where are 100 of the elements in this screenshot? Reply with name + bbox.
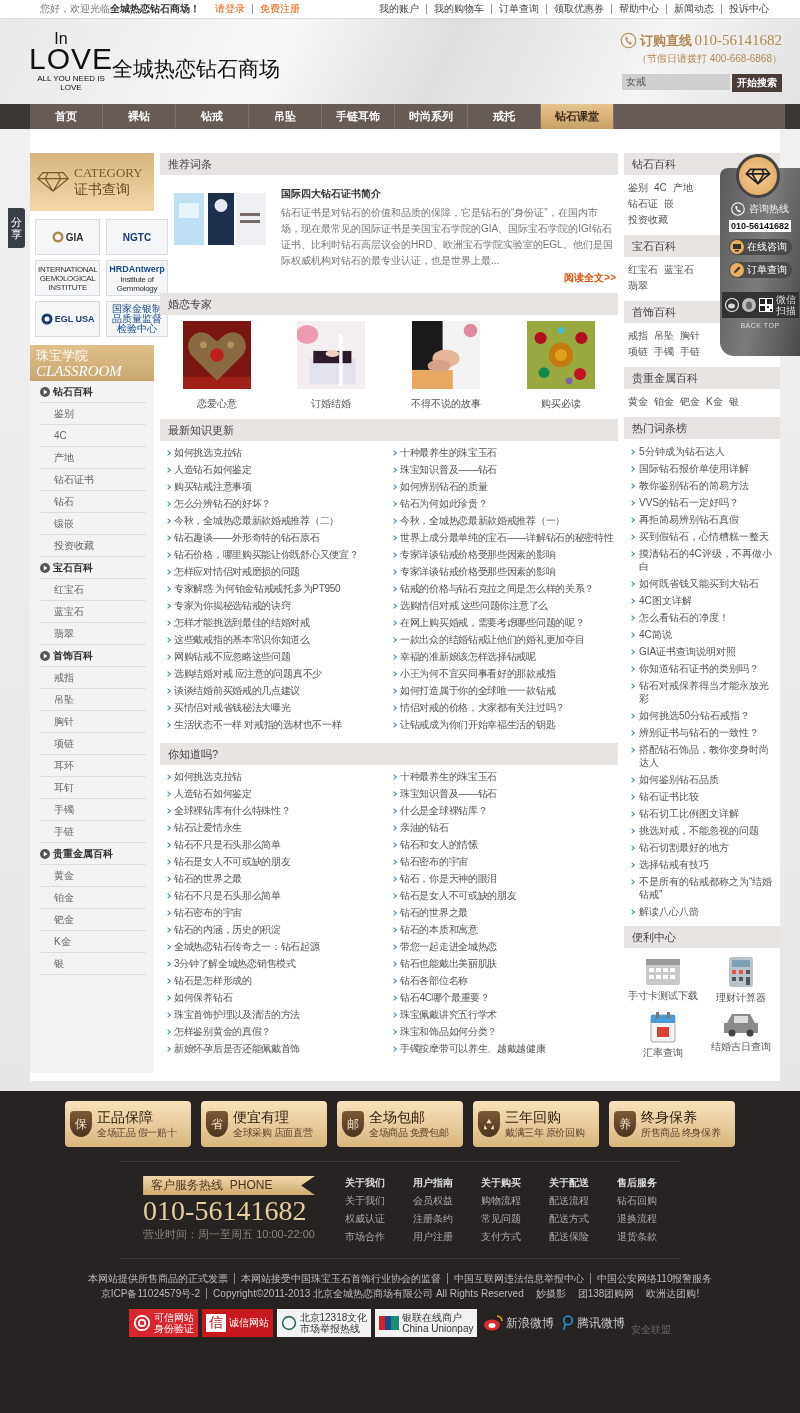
top-link[interactable]: 免费注册 xyxy=(252,4,307,14)
article-link[interactable]: 钻石和女人的情愫 xyxy=(400,837,478,852)
article-link[interactable]: 钻石趣谈——外形奇特的钻石原石 xyxy=(174,530,320,545)
article-link[interactable]: 幸福的准新娘该怎样选择钻戒呢 xyxy=(400,649,536,664)
hot-term-link[interactable]: 辨别证书与钻石的一致性？ xyxy=(639,726,759,739)
article-link[interactable]: 小王为何不宜买同事看好的那款戒指 xyxy=(400,666,556,681)
tag-link[interactable]: 投资收藏 xyxy=(628,213,668,227)
article-link[interactable]: 钻戒的价格与钻石克拉之间是怎么样的关系？ xyxy=(400,581,594,596)
footer-notice-link[interactable]: 中国互联网违法信息举报中心 xyxy=(446,1273,590,1284)
article-link[interactable]: 怎样才能挑选到最佳的结婚对戒 xyxy=(174,615,310,630)
article-link[interactable]: 怎样鉴别黄金的真假？ xyxy=(174,1024,271,1039)
article-link[interactable]: 珠宝佩戴讲究五行学术 xyxy=(400,1007,497,1022)
sidebar-item[interactable]: 投资收藏 xyxy=(54,538,94,553)
footer-notice-link[interactable]: 中国公安网络110报警服务 xyxy=(589,1273,719,1284)
tag-link[interactable]: 钻石证 xyxy=(628,197,658,211)
tag-link[interactable]: 翡翠 xyxy=(628,279,648,293)
article-link[interactable]: 钻石不只是石头那么简单 xyxy=(174,837,281,852)
footer-link[interactable]: 市场合作 xyxy=(344,1230,385,1244)
account-link[interactable]: 帮助中心 xyxy=(611,4,666,14)
article-link[interactable]: 钻石密布的宇宙 xyxy=(400,854,468,869)
footer-notice-link[interactable]: 本网站提供所售商品的正式发票 xyxy=(81,1273,234,1284)
article-link[interactable]: 钻石为何如此珍贵？ xyxy=(400,496,488,511)
article-link[interactable]: 人造钻石如何鉴定 xyxy=(174,786,252,801)
hot-term-link[interactable]: 国际钻石报价单使用详解 xyxy=(639,462,749,475)
qr-code-icon[interactable] xyxy=(758,298,773,312)
article-link[interactable]: 如何保养钻石 xyxy=(174,990,233,1005)
footer-link[interactable]: 配送保险 xyxy=(548,1230,589,1244)
sidebar-item[interactable]: 翡翠 xyxy=(54,626,74,641)
article-link[interactable]: 怎样应对情侣对戒磨损的问题 xyxy=(174,564,301,579)
article-link[interactable]: 生活状态不一样 对戒指的选材也不一样 xyxy=(174,717,342,732)
trust-badge[interactable]: 可信网站 身份验证 xyxy=(128,1309,198,1337)
hot-term-link[interactable]: 你知道钻石证书的类别吗？ xyxy=(639,662,759,675)
footer-link[interactable]: 退换流程 xyxy=(616,1212,657,1226)
footer-link[interactable]: 权威认证 xyxy=(344,1212,385,1226)
footer-link[interactable]: 配送流程 xyxy=(548,1194,589,1208)
article-link[interactable]: 钻石不只是石头那么简单 xyxy=(174,888,281,903)
social-link[interactable]: 新浪微博 xyxy=(506,1314,555,1332)
sidebar-item[interactable]: 手链 xyxy=(54,824,74,839)
article-link[interactable]: 钻石价格，哪里购买能让你既舒心又便宜？ xyxy=(174,547,359,562)
tag-link[interactable]: 项链 xyxy=(628,345,648,359)
article-link[interactable]: 十种最养生的珠宝玉石 xyxy=(400,445,497,460)
hot-term-link[interactable]: 教你鉴别钻石的简易方法 xyxy=(639,479,749,492)
footer-link[interactable]: 常见问题 xyxy=(480,1212,521,1226)
article-link[interactable]: 买情侣对戒省钱秘法大曝光 xyxy=(174,700,291,715)
footer-link[interactable]: 退货条款 xyxy=(616,1230,657,1244)
sidebar-item[interactable]: 项链 xyxy=(54,736,74,751)
sidebar-item[interactable]: 红宝石 xyxy=(54,582,84,597)
tag-link[interactable]: 钯金 xyxy=(680,395,700,409)
article-link[interactable]: 珠宝首饰护理以及清洁的方法 xyxy=(174,1007,301,1022)
article-link[interactable]: 怎么分辨钻石的好坏？ xyxy=(174,496,271,511)
article-link[interactable]: 全球裸钻库有什么特殊性？ xyxy=(174,803,291,818)
article-link[interactable]: 专家为你揭秘选钻戒的诀窍 xyxy=(174,598,291,613)
hot-term-link[interactable]: 摸清钻石的4C评级，不再做小白 xyxy=(639,547,778,573)
article-link[interactable]: 专家详谈钻戒价格受那些因素的影响 xyxy=(400,564,556,579)
footer-link[interactable]: 配送方式 xyxy=(548,1212,589,1226)
article-link[interactable]: 钻石的内涵，历史的积淀 xyxy=(174,922,281,937)
footer-notice-link[interactable]: 本网站接受中国珠宝玉石首饰行业协会的监督 xyxy=(233,1273,447,1284)
account-link[interactable]: 新闻动态 xyxy=(666,4,721,14)
tag-link[interactable]: 黄金 xyxy=(628,395,648,409)
sidebar-item[interactable]: 产地 xyxy=(54,450,74,465)
certificate-logo[interactable]: HRDAntwerp Institute of Gemmology xyxy=(106,260,168,296)
certificate-logo[interactable]: 国家金银制品质量监督检验中心 xyxy=(106,301,168,337)
article-link[interactable]: 珠宝知识普及——钻石 xyxy=(400,462,497,477)
account-link[interactable]: 领取优惠券 xyxy=(546,4,611,14)
tag-link[interactable]: K金 xyxy=(706,395,723,409)
article-title[interactable]: 国际四大钻石证书简介 xyxy=(281,187,614,201)
sidebar-item[interactable]: 吊坠 xyxy=(54,692,74,707)
hot-term-link[interactable]: 钻石切割最好的地方 xyxy=(639,841,729,854)
calendar-icon[interactable] xyxy=(649,1011,677,1043)
article-link[interactable]: 钻石也能戴出美丽肌肤 xyxy=(400,956,497,971)
article-link[interactable]: 手镯按摩带可以养生、越戴越健康 xyxy=(400,1041,546,1056)
article-link[interactable]: 今秋，全城热恋最新款婚戒推荐（一） xyxy=(400,513,565,528)
top-link[interactable]: 请登录 xyxy=(208,4,252,14)
picture-caption[interactable]: 订婚结婚 xyxy=(311,397,351,411)
certificate-logo[interactable]: NGTC xyxy=(106,219,168,255)
article-link[interactable]: 钻石是女人不可或缺的朋友 xyxy=(400,888,517,903)
trust-badge[interactable]: 信 诚信网站 xyxy=(201,1309,273,1337)
pencil-icon[interactable] xyxy=(729,263,744,277)
sidebar-item[interactable]: 钻石 xyxy=(54,494,74,509)
hot-term-link[interactable]: 钻石切工比例图文详解 xyxy=(639,807,739,820)
sidebar-item[interactable]: 钻石证书 xyxy=(54,472,94,487)
article-link[interactable]: 今秋，全城热恋最新款婚戒推荐（二） xyxy=(174,513,339,528)
article-link[interactable]: 钻石各部位名称 xyxy=(400,973,468,988)
article-link[interactable]: 钻石的世界之最 xyxy=(174,871,242,886)
sidebar-group[interactable]: 贵重金属百科 xyxy=(53,846,113,861)
article-link[interactable]: 钻石的世界之最 xyxy=(400,905,468,920)
hot-term-link[interactable]: 解读八心八箭 xyxy=(639,905,699,918)
account-link[interactable]: 我的账户 xyxy=(372,4,426,14)
search-button[interactable]: 开始搜索 xyxy=(732,73,782,92)
trust-badge[interactable]: 北京12318文化 市场举报热线 xyxy=(276,1309,372,1337)
article-link[interactable]: 珠宝和饰品如何分类？ xyxy=(400,1024,497,1039)
tag-link[interactable]: 红宝石 xyxy=(628,263,658,277)
article-link[interactable]: 如何辨别钻石的质量 xyxy=(400,479,488,494)
article-link[interactable]: 人造钻石如何鉴定 xyxy=(174,462,252,477)
tag-link[interactable]: 鉴别 xyxy=(628,181,648,195)
hot-term-link[interactable]: 如何既省钱又能买到大钻石 xyxy=(639,577,759,590)
article-link[interactable]: 钻石是女人不可或缺的朋友 xyxy=(174,854,291,869)
article-link[interactable]: 选购情侣对戒 这些问题你注意了么 xyxy=(400,598,548,613)
sidebar-item[interactable]: 黄金 xyxy=(54,868,74,883)
sidebar-item[interactable]: 蓝宝石 xyxy=(54,604,84,619)
